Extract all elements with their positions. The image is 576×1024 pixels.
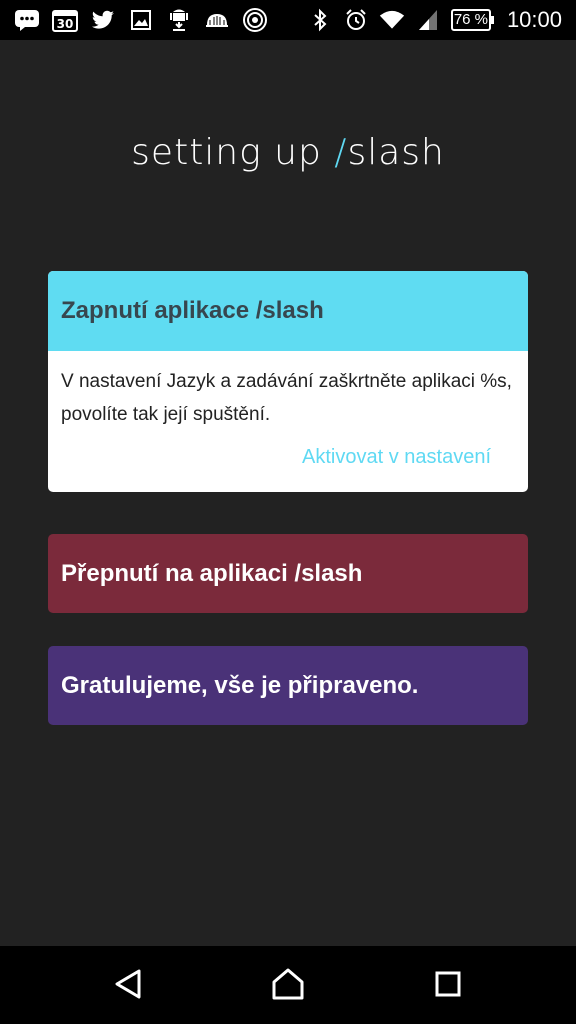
step-card-enable-app: Zapnutí aplikace /slash V nastavení Jazy… <box>48 271 528 492</box>
wifi-icon <box>379 7 405 33</box>
back-button[interactable] <box>108 968 148 1004</box>
radar-icon <box>242 7 268 33</box>
back-icon <box>113 968 143 1005</box>
home-icon <box>271 967 305 1006</box>
notification-icons: 30 <box>14 6 268 34</box>
twitter-icon <box>90 7 116 33</box>
image-icon <box>128 7 154 33</box>
message-icon <box>14 7 40 33</box>
title-suffix: slash <box>347 132 445 173</box>
step-card-switch-app[interactable]: Přepnutí na aplikaci /slash <box>48 534 528 613</box>
calendar-day: 30 <box>57 17 74 31</box>
page-title: setting up /slash <box>0 132 576 173</box>
calendar-icon: 30 <box>52 7 78 33</box>
step-title: Přepnutí na aplikaci /slash <box>61 559 363 587</box>
step-title: Gratulujeme, vše je připraveno. <box>61 671 419 699</box>
step-description: V nastavení Jazyk a zadávání zaškrtněte … <box>61 371 512 425</box>
cloud-icon <box>204 7 230 33</box>
title-slash: / <box>334 132 348 173</box>
battery-indicator: 76 % <box>450 9 494 31</box>
signal-icon <box>415 7 441 33</box>
alarm-icon <box>343 7 369 33</box>
recents-icon <box>434 970 462 1003</box>
status-clock: 10:00 <box>506 7 562 32</box>
recents-button[interactable] <box>428 968 468 1004</box>
title-prefix: setting up <box>131 132 335 173</box>
status-bar: 30 76 % 10:00 <box>0 0 576 40</box>
android-download-icon <box>166 7 192 33</box>
system-icons: 76 % 10:00 <box>307 6 562 34</box>
step-title: Zapnutí aplikace /slash <box>48 271 528 351</box>
bluetooth-icon <box>307 7 333 33</box>
navigation-bar <box>0 946 576 1024</box>
activate-in-settings-button[interactable]: Aktivovat v nastavení <box>61 441 515 474</box>
step-body: V nastavení Jazyk a zadávání zaškrtněte … <box>48 351 528 492</box>
home-button[interactable] <box>268 968 308 1004</box>
step-card-done[interactable]: Gratulujeme, vše je připraveno. <box>48 646 528 725</box>
